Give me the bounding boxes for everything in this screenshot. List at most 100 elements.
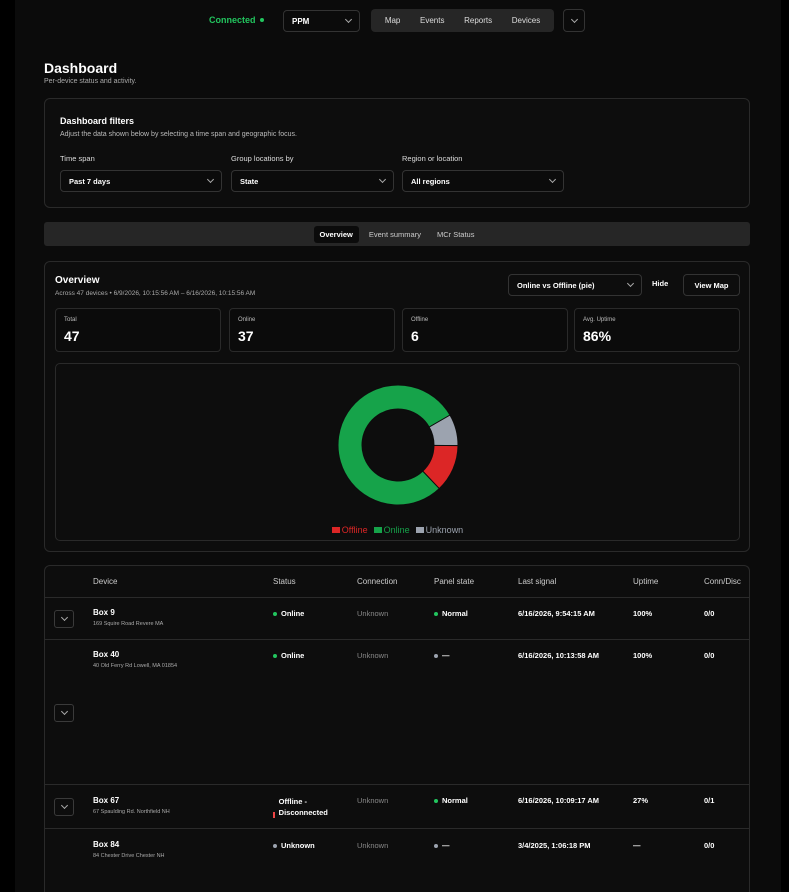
stat-online: Online 37 <box>229 308 395 352</box>
status-label: Online <box>281 609 305 618</box>
status-cell: Offline - Disconnected <box>273 796 345 818</box>
column-header-panel-state[interactable]: Panel state <box>434 577 474 586</box>
group-by-value: State <box>240 176 259 186</box>
device-name[interactable]: Box 9 <box>93 608 163 617</box>
chevron-down-icon <box>570 15 578 23</box>
connection-cell: Unknown <box>357 651 389 660</box>
stat-offline: Offline 6 <box>402 308 568 352</box>
stat-label: Total <box>64 317 77 323</box>
device-cell: Box 67 67 Spaulding Rd. Northfield NH <box>93 796 170 815</box>
panel-state-cell: Normal <box>434 609 468 618</box>
chevron-down-icon <box>378 175 387 184</box>
expand-row-button[interactable] <box>54 610 74 628</box>
chevron-down-icon <box>60 613 68 622</box>
connection-status: Connected <box>209 15 264 25</box>
site-select[interactable]: PPM <box>283 10 360 32</box>
last-signal-cell: 6/16/2026, 10:09:17 AM <box>518 796 600 805</box>
column-header-status[interactable]: Status <box>273 577 296 586</box>
device-name[interactable]: Box 40 <box>93 650 177 659</box>
stat-total: Total 47 <box>55 308 221 352</box>
overview-card: Overview Across 47 devices • 6/9/2026, 1… <box>44 261 750 552</box>
more-menu-button[interactable] <box>563 9 585 32</box>
stat-label: Online <box>238 317 256 323</box>
stat-label: Offline <box>411 317 429 323</box>
connection-cell: Unknown <box>357 841 389 850</box>
app-window: Connected PPM Map Events Reports Devices… <box>15 0 781 892</box>
status-label: Offline - Disconnected <box>278 797 328 817</box>
column-header-uptime[interactable]: Uptime <box>633 577 658 586</box>
conn-disc-cell: 0/0 <box>704 651 715 660</box>
last-signal-cell: 6/16/2026, 9:54:15 AM <box>518 609 595 618</box>
conn-disc-cell: 0/1 <box>704 796 715 805</box>
nav-devices[interactable]: Devices <box>512 16 540 25</box>
connection-cell: Unknown <box>357 796 389 805</box>
table-row[interactable]: Box 9 169 Squire Road Revere MA Online U… <box>45 597 749 639</box>
view-map-button[interactable]: View Map <box>683 274 740 296</box>
chart-type-select[interactable]: Online vs Offline (pie) <box>508 274 642 296</box>
uptime-cell: 100% <box>633 651 653 660</box>
panel-state-label: — <box>442 651 450 660</box>
stat-avg-uptime: Avg. Uptime 86% <box>574 308 740 352</box>
legend-item-online: Online <box>373 525 410 535</box>
panel-state-label: — <box>442 841 450 850</box>
nav-reports[interactable]: Reports <box>464 16 492 25</box>
last-signal-cell: 6/16/2026, 10:13:58 AM <box>518 651 600 660</box>
chevron-down-icon <box>344 15 353 24</box>
legend-item-unknown: Unknown <box>415 525 463 535</box>
chevron-down-icon <box>60 801 68 810</box>
connection-status-label: Connected <box>209 15 256 25</box>
legend-label: Online <box>383 525 410 535</box>
chevron-down-icon <box>626 279 635 288</box>
status-dot-icon <box>273 843 277 848</box>
tab-mcr-status[interactable]: MCr Status <box>431 226 481 243</box>
page-title: Dashboard <box>44 60 118 76</box>
expand-row-button[interactable] <box>54 798 74 816</box>
table-row[interactable]: Box 67 67 Spaulding Rd. Northfield NH Of… <box>45 784 749 828</box>
table-row[interactable]: Box 84 84 Chester Drive Chester NH Unkno… <box>45 828 749 888</box>
status-label: Online <box>281 651 305 660</box>
status-dot-icon <box>434 611 438 616</box>
legend-swatch <box>373 527 382 533</box>
dashboard-tabs: Overview Event summary MCr Status <box>44 222 750 246</box>
top-bar: Connected PPM Map Events Reports Devices <box>15 8 781 34</box>
hide-button[interactable]: Hide <box>652 279 668 288</box>
status-dot-icon <box>434 653 438 658</box>
connection-dot-icon <box>259 18 264 22</box>
column-header-conn-disc[interactable]: Conn/Disc <box>704 577 741 586</box>
nav-events[interactable]: Events <box>420 16 444 25</box>
legend-swatch <box>331 527 340 533</box>
device-name[interactable]: Box 84 <box>93 840 165 849</box>
table-row[interactable]: Box 40 40 Old Ferry Rd Lowell, MA 01854 … <box>45 639 749 784</box>
stat-value: 86% <box>583 328 612 344</box>
panel-state-label: Normal <box>442 609 468 618</box>
uptime-cell: 27% <box>633 796 649 805</box>
device-address: 169 Squire Road Revere MA <box>93 621 164 627</box>
device-address: 67 Spaulding Rd. Northfield NH <box>93 809 170 815</box>
page-subtitle: Per-device status and activity. <box>44 78 137 85</box>
nav-map[interactable]: Map <box>385 16 401 25</box>
device-cell: Box 40 40 Old Ferry Rd Lowell, MA 01854 <box>93 650 177 669</box>
chart-type-value: Online vs Offline (pie) <box>517 280 595 290</box>
panel-state-cell: Normal <box>434 796 468 805</box>
site-select-value: PPM <box>292 16 310 26</box>
chevron-down-icon <box>548 175 557 184</box>
tab-event-summary[interactable]: Event summary <box>363 226 427 243</box>
connection-cell: Unknown <box>357 609 389 618</box>
overview-subtitle: Across 47 devices • 6/9/2026, 10:15:56 A… <box>55 290 256 297</box>
group-by-select[interactable]: State <box>231 170 394 192</box>
column-header-last-signal[interactable]: Last signal <box>518 577 556 586</box>
pie-slice-online[interactable] <box>337 384 451 506</box>
chart-panel: Offline Online Unknown <box>55 363 740 541</box>
uptime-cell: 100% <box>633 609 653 618</box>
tab-overview[interactable]: Overview <box>313 225 359 243</box>
group-by-label: Group locations by <box>231 154 294 163</box>
main-nav: Map Events Reports Devices <box>371 9 554 32</box>
stat-value: 6 <box>411 328 419 344</box>
expand-row-button[interactable] <box>54 704 74 722</box>
column-header-device[interactable]: Device <box>93 577 117 586</box>
column-header-connection[interactable]: Connection <box>357 577 397 586</box>
time-span-select[interactable]: Past 7 days <box>60 170 222 192</box>
device-address: 40 Old Ferry Rd Lowell, MA 01854 <box>93 663 178 669</box>
region-select[interactable]: All regions <box>402 170 564 192</box>
device-name[interactable]: Box 67 <box>93 796 170 805</box>
